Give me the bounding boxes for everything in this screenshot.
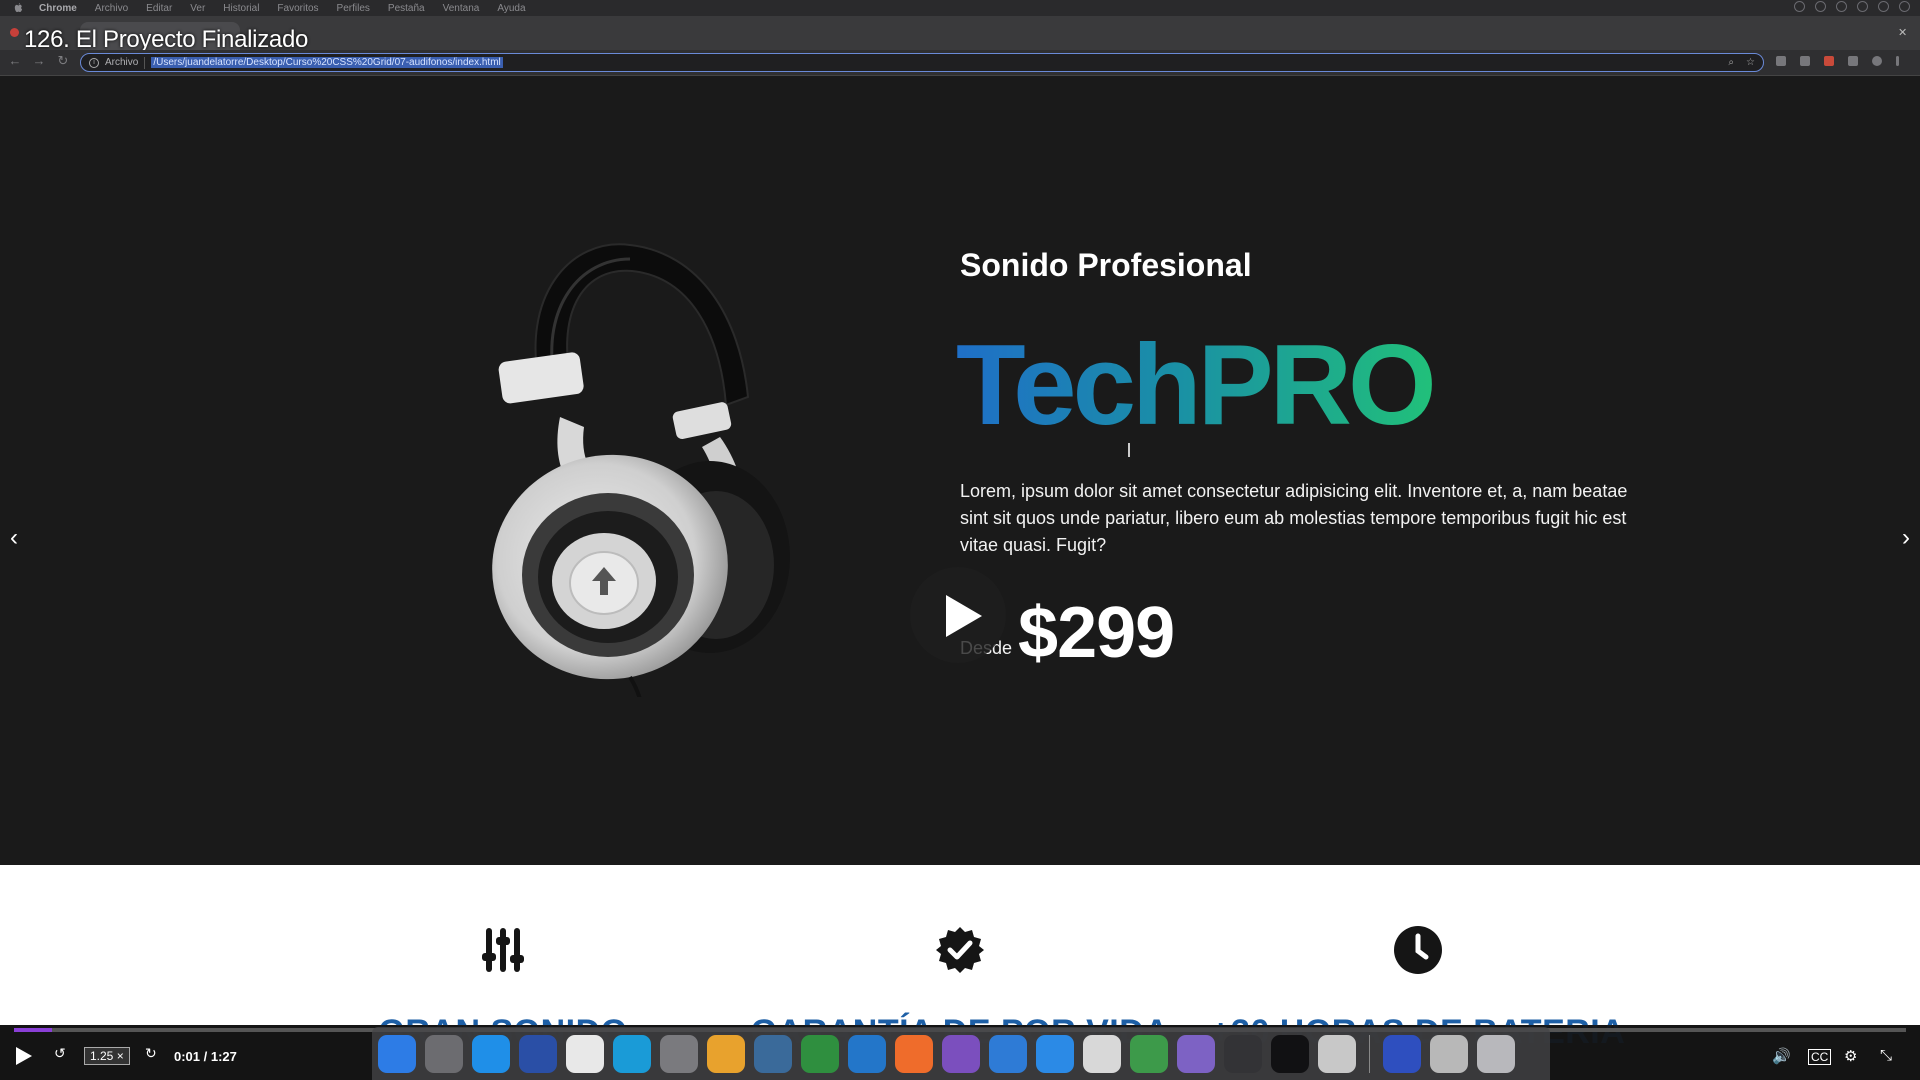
- window-close-button[interactable]: [10, 28, 19, 37]
- menu-pestana[interactable]: Pestaña: [388, 3, 425, 14]
- address-divider: [144, 56, 146, 69]
- macos-dock: [372, 1027, 1550, 1080]
- clock-icon: [1394, 926, 1442, 974]
- bookmark-star-icon[interactable]: ☆: [1746, 57, 1755, 69]
- r-icon[interactable]: [1083, 1034, 1121, 1073]
- xcode-icon[interactable]: [989, 1034, 1027, 1073]
- prev-arrow-icon[interactable]: ‹: [4, 524, 24, 552]
- status-bluetooth-icon[interactable]: [1836, 1, 1847, 12]
- extensions-area: [1776, 56, 1899, 66]
- launchpad-icon[interactable]: [425, 1034, 463, 1073]
- address-actions: ⌕ ☆: [1728, 57, 1755, 69]
- menu-ver[interactable]: Ver: [190, 3, 205, 14]
- reload-icon[interactable]: ↻: [56, 54, 70, 68]
- feature-sound: GRAN SONIDO: [273, 865, 733, 1051]
- menu-archivo[interactable]: Archivo: [95, 3, 128, 14]
- app-store-icon[interactable]: [1036, 1034, 1074, 1073]
- hero-brand-title: TechPRO: [956, 322, 1437, 449]
- exit-fullscreen-icon[interactable]: ⤡: [1880, 1047, 1892, 1064]
- feature-warranty: GARANTÍA DE POR VIDA: [730, 865, 1190, 1051]
- extension-a-icon[interactable]: [1776, 56, 1786, 66]
- feature-battery: +30 HORAS DE BATERIA: [1188, 865, 1648, 1051]
- status-battery-icon[interactable]: [1815, 1, 1826, 12]
- safari-icon[interactable]: [472, 1034, 510, 1073]
- notes-icon[interactable]: [1318, 1034, 1356, 1073]
- status-control-center-icon[interactable]: [1899, 1, 1910, 12]
- motion-icon[interactable]: [1177, 1034, 1215, 1073]
- menu-ventana[interactable]: Ventana: [443, 3, 480, 14]
- play-icon: [946, 595, 982, 637]
- trash-icon[interactable]: [1477, 1034, 1515, 1073]
- screen: Chrome Archivo Editar Ver Historial Favo…: [0, 0, 1920, 1080]
- video-progress-fill: [14, 1028, 52, 1032]
- rewind-icon[interactable]: ↺: [54, 1045, 66, 1062]
- volume-icon[interactable]: 🔊: [1772, 1047, 1791, 1065]
- vscode-icon[interactable]: [848, 1034, 886, 1073]
- play-button[interactable]: [16, 1047, 32, 1065]
- sliders-icon: [482, 928, 524, 972]
- menu-favoritos[interactable]: Favoritos: [277, 3, 318, 14]
- menu-status-icons: [1794, 1, 1910, 12]
- kebab-menu-icon[interactable]: [1896, 56, 1899, 66]
- zoom-icon[interactable]: ⌕: [1728, 57, 1734, 69]
- system-preferences-icon[interactable]: [660, 1034, 698, 1073]
- github-desktop-icon[interactable]: [942, 1034, 980, 1073]
- menu-historial[interactable]: Historial: [223, 3, 259, 14]
- macos-menu-bar: Chrome Archivo Editar Ver Historial Favo…: [0, 0, 1920, 16]
- address-scheme-label: Archivo: [105, 57, 139, 68]
- next-arrow-icon[interactable]: ›: [1896, 524, 1916, 552]
- status-search-icon[interactable]: [1878, 1, 1889, 12]
- firefox-icon[interactable]: [519, 1034, 557, 1073]
- apple-icon[interactable]: [14, 3, 23, 13]
- hero-subtitle: Sonido Profesional: [960, 247, 1252, 283]
- mongodb-icon[interactable]: [801, 1034, 839, 1073]
- text-cursor: [1128, 443, 1130, 457]
- status-wifi-icon[interactable]: [1857, 1, 1868, 12]
- menu-perfiles[interactable]: Perfiles: [337, 3, 370, 14]
- extension-red-icon[interactable]: [1824, 56, 1834, 66]
- menu-editar[interactable]: Editar: [146, 3, 172, 14]
- android-studio-icon[interactable]: [1130, 1034, 1168, 1073]
- profile-icon[interactable]: [1872, 56, 1882, 66]
- close-icon[interactable]: ✕: [1898, 28, 1908, 39]
- forward-icon[interactable]: →: [32, 54, 46, 68]
- browser-toolbar: ← → ↻ i Archivo /Users/juandelatorre/Des…: [0, 50, 1920, 76]
- address-bar[interactable]: i Archivo /Users/juandelatorre/Desktop/C…: [80, 53, 1764, 72]
- terminal-icon[interactable]: [1271, 1034, 1309, 1073]
- captions-icon[interactable]: CC: [1808, 1049, 1832, 1065]
- price-value: $299: [1018, 593, 1175, 673]
- info-icon[interactable]: i: [89, 57, 99, 68]
- obs-icon[interactable]: [1224, 1034, 1262, 1073]
- hero-description: Lorem, ipsum dolor sit amet consectetur …: [960, 481, 1628, 555]
- finder-icon[interactable]: [378, 1034, 416, 1073]
- postman-icon[interactable]: [895, 1034, 933, 1073]
- check-badge-icon: [936, 927, 984, 973]
- video-play-overlay-button[interactable]: [910, 567, 1006, 663]
- extension-v-icon[interactable]: [1800, 56, 1810, 66]
- file-icon[interactable]: [1430, 1034, 1468, 1073]
- features-section: GRAN SONIDO GARANTÍA DE POR VIDA +30 HOR…: [0, 865, 1920, 1051]
- puzzle-icon[interactable]: [1848, 56, 1858, 66]
- mysql-workbench-icon[interactable]: [754, 1034, 792, 1073]
- back-icon[interactable]: ←: [8, 54, 22, 68]
- address-url[interactable]: /Users/juandelatorre/Desktop/Curso%20CSS…: [151, 57, 503, 68]
- dock-divider: [1369, 1034, 1370, 1073]
- menu-app-name[interactable]: Chrome: [39, 3, 77, 14]
- video-timecode: 0:01 / 1:27: [174, 1049, 237, 1064]
- forward-skip-icon[interactable]: ↻: [145, 1045, 157, 1062]
- status-globe-icon[interactable]: [1794, 1, 1805, 12]
- hero-section: Sonido Profesional TechPRO Lorem, ipsum …: [0, 77, 1920, 865]
- edge-icon[interactable]: [613, 1034, 651, 1073]
- chrome-icon[interactable]: [566, 1034, 604, 1073]
- audacity-icon[interactable]: [1383, 1034, 1421, 1073]
- menu-ayuda[interactable]: Ayuda: [497, 3, 525, 14]
- settings-gear-icon[interactable]: ⚙: [1844, 1047, 1857, 1065]
- playback-speed-button[interactable]: 1.25 ×: [84, 1047, 130, 1065]
- headphones-image: [492, 243, 790, 697]
- sequel-icon[interactable]: [707, 1034, 745, 1073]
